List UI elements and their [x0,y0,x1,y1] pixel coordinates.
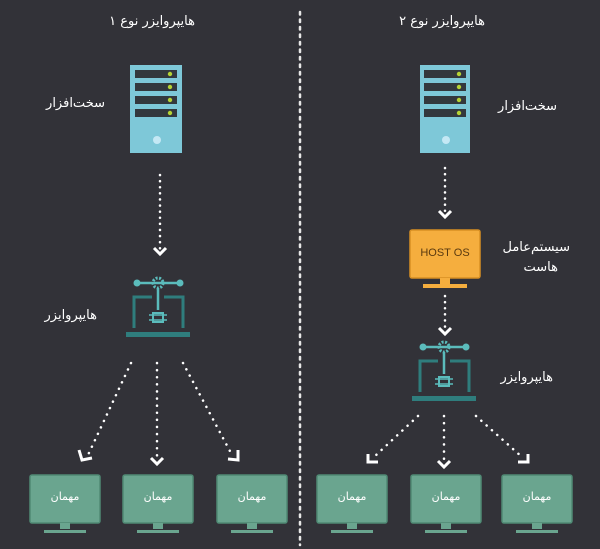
arrow-to-guest-right-2 [436,414,452,470]
guest-label-left-2: مهمان [143,490,173,503]
guest-monitor-right-1-icon [316,474,388,533]
guest-monitor-left-2-icon [122,474,194,533]
guest-label-right-1: مهمان [337,490,367,503]
guest-monitor-right-2-icon [410,474,482,533]
server-icon-right [420,65,470,153]
arrow-to-guest-left-1 [77,361,133,462]
hypervisor-label-left: هایپروایزر [44,308,98,323]
arrow-to-guest-left-3 [181,361,240,462]
arrow-to-guest-right-1 [366,414,420,464]
host-os-label-line2: هاست [523,260,558,275]
hypervisor-icon-right [412,340,476,401]
arrow-to-guest-right-3 [474,414,530,464]
hypervisor-icon-left [126,276,190,337]
hardware-label-right: سخت‌افزار [498,99,557,114]
arrow-hardware-to-hostos [437,166,453,220]
guest-label-left-3: مهمان [237,490,267,503]
guest-monitor-right-3-icon [501,474,573,533]
host-os-screen-text: HOST OS [420,247,470,259]
hardware-label-left: سخت‌افزار [46,96,105,111]
diagram-canvas [29,10,573,547]
guest-monitor-left-1-icon [29,474,101,533]
guest-label-right-2: مهمان [431,490,461,503]
type1-title: هایپروایزر نوع ۱ [109,14,195,29]
host-os-monitor-icon [409,229,481,288]
hypervisor-label-right: هایپروایزر [500,370,554,385]
type2-title: هایپروایزر نوع ۲ [399,14,485,29]
guest-label-right-3: مهمان [522,490,552,503]
guest-label-left-1: مهمان [50,490,80,503]
server-icon-left [130,65,182,153]
arrow-to-guest-left-2 [149,361,165,467]
arrow-hostos-to-hypervisor [437,294,453,337]
arrow-hardware-to-hypervisor-left [152,173,168,257]
guest-monitor-left-3-icon [216,474,288,533]
host-os-label-line1: سیستم‌عامل [502,240,570,255]
